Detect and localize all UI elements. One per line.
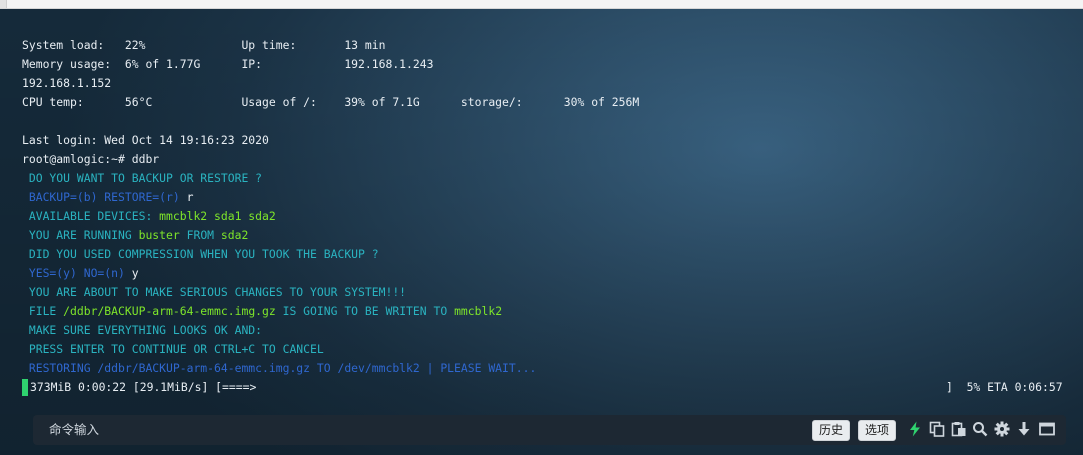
terminal-line-backup-choice: BACKUP=(b) RESTORE=(r) r [22, 188, 194, 207]
progress-line-left: 373MiB 0:00:22 [29.1MiB/s] [====> [30, 380, 257, 394]
file-label: FILE [22, 304, 64, 318]
history-button[interactable]: 历史 [812, 420, 851, 441]
terminal-line-system-load: System load: 22% Up time: 13 min [22, 38, 386, 52]
devices-label: AVAILABLE DEVICES: [22, 209, 160, 223]
terminal-line-prompt: root@amlogic:~# ddbr [22, 152, 160, 166]
yes-no-options: YES=(y) NO=(n) [22, 266, 132, 280]
window-icon[interactable] [1039, 421, 1055, 437]
paste-icon[interactable] [951, 421, 967, 437]
command-input[interactable]: 命令输入 [49, 415, 99, 445]
terminal-line-running: YOU ARE RUNNING buster FROM sda2 [22, 226, 249, 245]
backup-answer: r [186, 190, 194, 204]
progress-line-right: ] 5% ETA 0:06:57 [946, 380, 1063, 394]
file-target: mmcblk2 [454, 304, 503, 318]
terminal-line-make-sure: MAKE SURE EVERYTHING LOOKS OK AND: [22, 323, 263, 337]
running-os: buster [138, 228, 180, 242]
terminal-line-last-login: Last login: Wed Oct 14 19:16:23 2020 [22, 133, 269, 147]
file-path: /ddbr/BACKUP-arm-64-emmc.img.gz [63, 304, 276, 318]
terminal-cursor [22, 379, 28, 396]
terminal-line-devices: AVAILABLE DEVICES: mmcblk2 sda1 sda2 [22, 207, 276, 226]
terminal-line-warning: YOU ARE ABOUT TO MAKE SERIOUS CHANGES TO… [22, 285, 407, 299]
file-target-label: IS GOING TO BE WRITEN TO [275, 304, 455, 318]
download-arrow-icon[interactable] [1016, 421, 1032, 437]
copy-icon[interactable] [929, 421, 945, 437]
backup-options-text: BACKUP=(b) RESTORE=(r) [22, 190, 187, 204]
terminal-line-restoring: RESTORING /ddbr/BACKUP-arm-64-emmc.img.g… [22, 361, 537, 375]
command-bar: 命令输入 历史 选项 [33, 415, 1066, 445]
compression-answer: y [131, 266, 139, 280]
terminal-line-ip-extra: 192.168.1.152 [22, 76, 112, 90]
search-icon[interactable] [972, 421, 988, 437]
running-device: sda2 [220, 228, 249, 242]
top-strip-edge [0, 0, 7, 8]
running-label: YOU ARE RUNNING [22, 228, 139, 242]
lightning-icon[interactable] [907, 421, 923, 437]
gear-icon[interactable] [994, 421, 1010, 437]
devices-list: mmcblk2 sda1 sda2 [159, 209, 276, 223]
terminal-line-file: FILE /ddbr/BACKUP-arm-64-emmc.img.gz IS … [22, 302, 502, 321]
top-window-strip [0, 0, 1083, 9]
terminal-line-compression-question: DID YOU USED COMPRESSION WHEN YOU TOOK T… [22, 247, 379, 261]
running-from: FROM [179, 228, 221, 242]
terminal-line-compression-choice: YES=(y) NO=(n) y [22, 264, 139, 283]
terminal-line-backup-question: DO YOU WANT TO BACKUP OR RESTORE ? [22, 171, 263, 185]
terminal-line-press-enter: PRESS ENTER TO CONTINUE OR CTRL+C TO CAN… [22, 342, 324, 356]
terminal-line-cpu-temp: CPU temp: 56°C Usage of /: 39% of 7.1G s… [22, 95, 640, 109]
options-button[interactable]: 选项 [858, 420, 897, 441]
terminal-area[interactable]: System load: 22% Up time: 13 min Memory … [0, 9, 1083, 455]
terminal-line-memory: Memory usage: 6% of 1.77G IP: 192.168.1.… [22, 57, 434, 71]
